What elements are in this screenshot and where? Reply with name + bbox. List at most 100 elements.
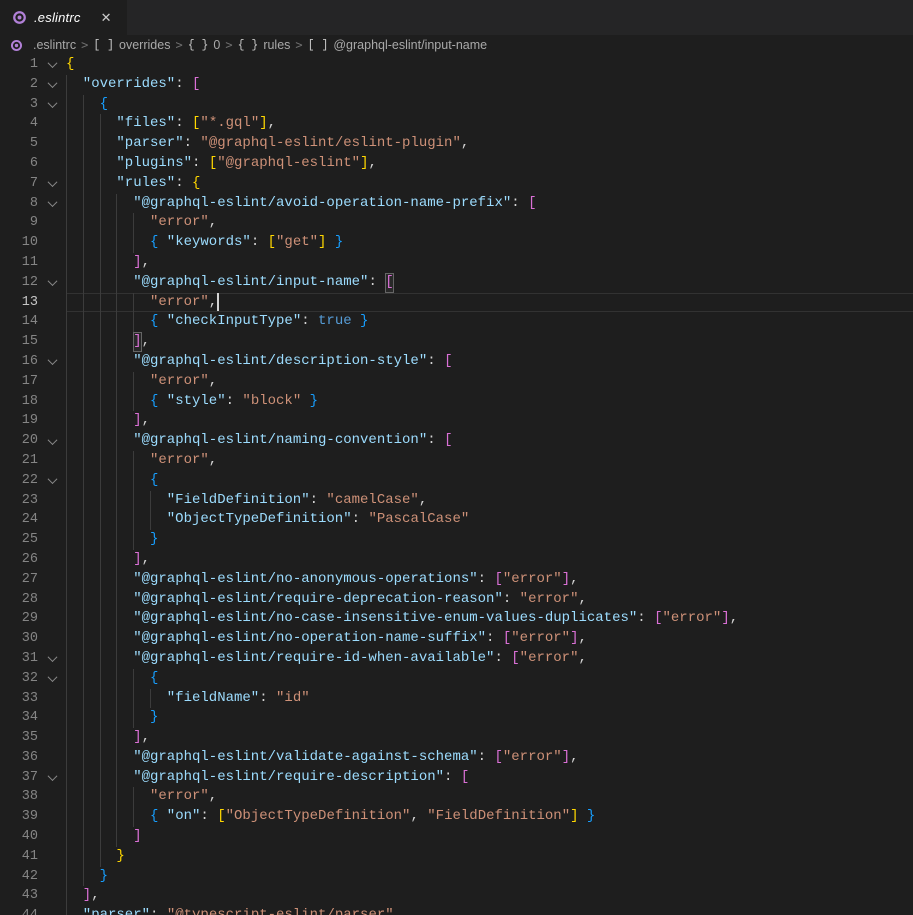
indent-guide — [66, 471, 83, 491]
code-token: "error" — [150, 787, 209, 807]
code-token: "block" — [242, 392, 301, 412]
chevron-down-icon[interactable] — [47, 276, 57, 286]
code-token: "error" — [663, 609, 722, 629]
code-line[interactable]: 38"error", — [0, 787, 913, 807]
gutter: 29 — [0, 609, 66, 629]
chevron-down-icon[interactable] — [47, 98, 57, 108]
code-line[interactable]: 28"@graphql-eslint/require-deprecation-r… — [0, 590, 913, 610]
code-line[interactable]: 10{ "keywords": ["get"] } — [0, 233, 913, 253]
code-editor[interactable]: 1{2"overrides": [3{4"files": ["*.gql"],5… — [0, 55, 913, 915]
code-line[interactable]: 31"@graphql-eslint/require-id-when-avail… — [0, 649, 913, 669]
breadcrumb-file[interactable]: .eslintrc — [10, 38, 76, 52]
code-line[interactable]: 11], — [0, 253, 913, 273]
code-line[interactable]: 27"@graphql-eslint/no-anonymous-operatio… — [0, 570, 913, 590]
indent-guide — [66, 768, 83, 788]
code-line-content: { — [66, 55, 913, 75]
code-token: : — [310, 491, 327, 511]
code-line[interactable]: 20"@graphql-eslint/naming-convention": [ — [0, 431, 913, 451]
code-line[interactable]: 37"@graphql-eslint/require-description":… — [0, 768, 913, 788]
code-line-content: "@graphql-eslint/require-id-when-availab… — [66, 649, 913, 669]
code-line[interactable]: 35], — [0, 728, 913, 748]
code-line[interactable]: 30"@graphql-eslint/no-operation-name-suf… — [0, 629, 913, 649]
code-line[interactable]: 36"@graphql-eslint/validate-against-sche… — [0, 748, 913, 768]
line-number: 11 — [0, 253, 38, 273]
gutter: 23 — [0, 491, 66, 511]
code-line[interactable]: 34} — [0, 708, 913, 728]
chevron-down-icon[interactable] — [47, 355, 57, 365]
code-token: ] — [570, 807, 578, 827]
code-line[interactable]: 8"@graphql-eslint/avoid-operation-name-p… — [0, 194, 913, 214]
chevron-down-icon[interactable] — [47, 771, 57, 781]
code-line[interactable]: 1{ — [0, 55, 913, 75]
code-line[interactable]: 29 "@graphql-eslint/no-case-insensitive-e… — [0, 609, 913, 629]
code-token: [ — [654, 609, 662, 629]
chevron-down-icon[interactable] — [47, 78, 57, 88]
tab-eslintrc[interactable]: .eslintrc ✕ — [0, 0, 128, 35]
code-token: ] — [259, 114, 267, 134]
code-line[interactable]: 33"fieldName": "id" — [0, 689, 913, 709]
code-line[interactable]: 5"parser": "@graphql-eslint/eslint-plugi… — [0, 134, 913, 154]
indent-guide — [100, 392, 117, 412]
code-line[interactable]: 17"error", — [0, 372, 913, 392]
code-token: , — [142, 253, 150, 273]
indent-guide — [133, 372, 150, 392]
code-line[interactable]: 15], — [0, 332, 913, 352]
code-line[interactable]: 3{ — [0, 95, 913, 115]
chevron-down-icon[interactable] — [47, 177, 57, 187]
breadcrumb-item-0[interactable]: { }0 — [188, 38, 221, 52]
line-number: 19 — [0, 411, 38, 431]
breadcrumb-item--graphql-eslint-input-name[interactable]: [ ]@graphql-eslint/input-name — [308, 38, 487, 52]
code-line[interactable]: 2"overrides": [ — [0, 75, 913, 95]
code-line[interactable]: 42} — [0, 867, 913, 887]
code-line[interactable]: 13"error", — [0, 293, 913, 313]
code-token: } — [100, 867, 108, 887]
line-number: 39 — [0, 807, 38, 827]
fold-zone — [38, 787, 66, 807]
code-line[interactable]: 40] — [0, 827, 913, 847]
code-token: "@graphql-eslint/no-case-insensitive-enu… — [133, 609, 637, 629]
indent-guide — [66, 570, 83, 590]
code-line[interactable]: 14{ "checkInputType": true } — [0, 312, 913, 332]
code-line[interactable]: 12"@graphql-eslint/input-name": [ — [0, 273, 913, 293]
chevron-down-icon[interactable] — [47, 672, 57, 682]
code-line[interactable]: 32{ — [0, 669, 913, 689]
code-line[interactable]: 18{ "style": "block" } — [0, 392, 913, 412]
code-line[interactable]: 39 { "on": ["ObjectTypeDefinition", "Fiel… — [0, 807, 913, 827]
code-line[interactable]: 41} — [0, 847, 913, 867]
line-number: 9 — [0, 213, 38, 233]
code-token: "@graphql-eslint/naming-convention" — [133, 431, 427, 451]
code-line[interactable]: 9"error", — [0, 213, 913, 233]
code-token: ] — [318, 233, 326, 253]
code-line[interactable]: 26], — [0, 550, 913, 570]
indent-guide — [100, 253, 117, 273]
chevron-down-icon[interactable] — [47, 435, 57, 445]
code-token — [352, 312, 360, 332]
chevron-down-icon[interactable] — [47, 652, 57, 662]
chevron-down-icon[interactable] — [47, 59, 57, 69]
line-number: 14 — [0, 312, 38, 332]
breadcrumb-item-rules[interactable]: { }rules — [238, 38, 291, 52]
code-line[interactable]: 19], — [0, 411, 913, 431]
code-token: : — [368, 273, 385, 293]
code-line[interactable]: 6"plugins": ["@graphql-eslint"], — [0, 154, 913, 174]
code-line[interactable]: 21"error", — [0, 451, 913, 471]
code-line-content: { "on": ["ObjectTypeDefinition", "FieldD… — [66, 807, 913, 827]
code-line[interactable]: 16"@graphql-eslint/description-style": [ — [0, 352, 913, 372]
code-token: "keywords" — [167, 233, 251, 253]
tab-close-icon[interactable]: ✕ — [98, 9, 115, 26]
code-line[interactable]: 22{ — [0, 471, 913, 491]
code-token: "error" — [150, 213, 209, 233]
code-line[interactable]: 25} — [0, 530, 913, 550]
chevron-down-icon[interactable] — [47, 197, 57, 207]
chevron-down-icon[interactable] — [47, 474, 57, 484]
code-line[interactable]: 43], — [0, 886, 913, 906]
breadcrumb-item-overrides[interactable]: [ ]overrides — [93, 38, 170, 52]
fold-zone — [38, 708, 66, 728]
indent-guide — [83, 154, 100, 174]
code-line[interactable]: 23"FieldDefinition": "camelCase", — [0, 491, 913, 511]
code-line[interactable]: 24"ObjectTypeDefinition": "PascalCase" — [0, 510, 913, 530]
code-line[interactable]: 4"files": ["*.gql"], — [0, 114, 913, 134]
code-line[interactable]: 44"parser": "@typescript-eslint/parser" — [0, 906, 913, 915]
indent-guide — [100, 847, 117, 867]
code-line[interactable]: 7"rules": { — [0, 174, 913, 194]
